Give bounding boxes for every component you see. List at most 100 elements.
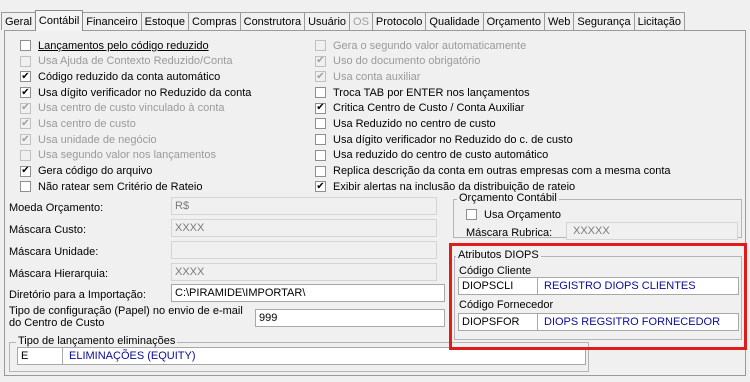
checkbox: ✔ <box>315 55 326 67</box>
mascara-custo-label: Máscara Custo: <box>9 224 87 236</box>
right-option-5[interactable]: Usa Reduzido no centro de custo <box>315 117 671 130</box>
tab-web[interactable]: Web <box>543 12 575 30</box>
checkbox-label: Troca TAB por ENTER nos lançamentos <box>333 86 530 99</box>
tipo-config-label: Tipo de configuração (Papel) no envio de… <box>9 305 243 329</box>
tab-geral[interactable]: Geral <box>1 12 36 30</box>
checkbox: ✔ <box>315 70 326 83</box>
left-option-7: Usa segundo valor nos lançamentos <box>20 149 251 162</box>
right-option-2: ✔ Usa conta auxiliar <box>315 70 671 83</box>
right-option-7[interactable]: Usa reduzido do centro de custo automáti… <box>315 149 671 162</box>
right-option-1: ✔ Uso do documento obrigatório <box>315 55 671 68</box>
left-option-1: Usa Ajuda de Contexto Reduzido/Conta <box>20 55 251 68</box>
checkbox-label: Usa Reduzido no centro de custo <box>333 117 496 130</box>
usa-orcamento-label: Usa Orçamento <box>484 208 562 221</box>
tab-usuario[interactable]: Usuário <box>304 12 351 30</box>
tab-seguranca[interactable]: Segurança <box>573 12 635 30</box>
mascara-hierarquia-label: Máscara Hierarquia: <box>9 268 109 280</box>
right-option-0: Gera o segundo valor automaticamente <box>315 39 671 52</box>
tab-contabil[interactable]: Contábil <box>34 10 84 31</box>
checkbox-label: Critica Centro de Custo / Conta Auxiliar <box>333 102 525 115</box>
diretorio-importacao-label: Diretório para a Importação: <box>9 289 146 301</box>
checkbox-label: Usa Ajuda de Contexto Reduzido/Conta <box>38 55 233 68</box>
left-option-8[interactable]: ✔ Gera código do arquivo <box>20 165 251 178</box>
check-icon: ✔ <box>21 165 30 176</box>
check-icon: ✔ <box>316 102 325 114</box>
mascara-hierarquia-input[interactable]: XXXX <box>171 263 437 281</box>
checkbox-label: Usa segundo valor nos lançamentos <box>38 149 216 162</box>
tab-construtora[interactable]: Construtora <box>239 12 306 30</box>
tipo-config-input[interactable]: 999 <box>255 309 445 327</box>
check-icon: ✔ <box>316 55 325 67</box>
checkbox[interactable] <box>315 87 326 99</box>
checkbox[interactable]: ✔ <box>20 165 31 177</box>
checkbox[interactable]: ✔ <box>315 181 326 193</box>
tab-estoque[interactable]: Estoque <box>140 12 189 30</box>
left-option-0[interactable]: Lançamentos pelo código reduzido <box>20 39 251 52</box>
checkbox[interactable] <box>20 181 31 193</box>
tipo-eliminacoes-legend: Tipo de lançamento eliminações <box>16 335 178 347</box>
left-option-5: ✔ Usa centro de custo <box>20 117 251 130</box>
checkbox: ✔ <box>20 102 31 114</box>
mascara-rubrica-input[interactable]: XXXXX <box>566 222 738 240</box>
check-icon: ✔ <box>21 70 30 82</box>
checkbox-label: Usa dígito verificador no Reduzido da co… <box>38 86 252 99</box>
checkbox-label: Replica descrição da conta em outras emp… <box>333 165 671 177</box>
tab-qualidade[interactable]: Qualidade <box>425 12 484 30</box>
highlight-frame <box>449 243 747 350</box>
left-options: Lançamentos pelo código reduzido Usa Ajud… <box>20 39 251 196</box>
tab-compras[interactable]: Compras <box>188 12 241 30</box>
checkbox-label: Usa centro de custo <box>38 117 136 130</box>
checkbox-label: Uso do documento obrigatório <box>333 55 481 68</box>
tab-financeiro[interactable]: Financeiro <box>82 12 142 30</box>
checkbox-label: Exibir alertas na inclusão da distribuiç… <box>333 180 576 193</box>
checkbox: ✔ <box>20 117 31 130</box>
tipo-config-label-line2: do Centro de Custo <box>9 317 105 329</box>
checkbox[interactable] <box>315 165 326 177</box>
check-icon: ✔ <box>21 117 30 129</box>
moeda-orcamento-label: Moeda Orçamento: <box>9 202 104 214</box>
mascara-unidade-input[interactable] <box>171 241 437 259</box>
checkbox[interactable]: ✔ <box>20 70 31 83</box>
checkbox <box>20 149 31 161</box>
right-option-3[interactable]: Troca TAB por ENTER nos lançamentos <box>315 86 671 99</box>
check-icon: ✔ <box>316 70 325 82</box>
tab-orcamento[interactable]: Orçamento <box>482 12 545 30</box>
right-option-4[interactable]: ✔ Critica Centro de Custo / Conta Auxilia… <box>315 102 671 115</box>
left-option-3[interactable]: ✔ Usa dígito verificador no Reduzido da c… <box>20 86 251 99</box>
checkbox[interactable]: ✔ <box>315 102 326 114</box>
checkbox[interactable]: ✔ <box>20 86 31 99</box>
orcamento-contabil-legend: Orçamento Contábil <box>457 192 559 204</box>
checkbox-label: Gera código do arquivo <box>38 165 153 177</box>
checkbox-label: Não ratear sem Critério de Rateio <box>38 180 203 193</box>
right-option-6[interactable]: Usa dígito verificador no Reduzido do c.… <box>315 133 671 146</box>
checkbox[interactable] <box>315 118 326 130</box>
checkbox[interactable] <box>315 149 326 161</box>
tipo-eliminacoes-code[interactable]: E <box>17 347 63 365</box>
checkbox[interactable] <box>315 134 326 146</box>
checkbox[interactable] <box>20 40 31 51</box>
checkbox-label: Usa unidade de negócio <box>38 133 157 146</box>
mascara-rubrica-label: Máscara Rubrica: <box>466 227 553 239</box>
usa-orcamento-box[interactable] <box>466 209 477 220</box>
right-options: Gera o segundo valor automaticamente ✔ Uso… <box>315 39 671 196</box>
diretorio-importacao-input[interactable]: C:\PIRAMIDE\IMPORTAR\ <box>171 284 445 302</box>
right-option-8[interactable]: Replica descrição da conta em outras emp… <box>315 165 671 178</box>
checkbox-label: Usa dígito verificador no Reduzido do c.… <box>333 133 573 146</box>
checkbox-label: Usa reduzido do centro de custo automáti… <box>333 149 549 162</box>
usa-orcamento-checkbox[interactable]: Usa Orçamento <box>466 208 561 221</box>
check-icon: ✔ <box>21 133 30 145</box>
checkbox-label: Gera o segundo valor automaticamente <box>333 39 527 52</box>
left-option-6: ✔ Usa unidade de negócio <box>20 133 251 146</box>
tipo-config-label-line1: Tipo de configuração (Papel) no envio de… <box>9 305 243 317</box>
checkbox: ✔ <box>20 133 31 146</box>
tab-licitacao[interactable]: Licitação <box>633 12 686 30</box>
left-option-2[interactable]: ✔ Código reduzido da conta automático <box>20 70 251 83</box>
mascara-custo-input[interactable]: XXXX <box>171 219 437 237</box>
checkbox-label: Lançamentos pelo código reduzido <box>38 39 209 52</box>
left-option-9[interactable]: Não ratear sem Critério de Rateio <box>20 180 251 193</box>
left-option-4: ✔ Usa centro de custo vinculado à conta <box>20 102 251 115</box>
tab-protocolo[interactable]: Protocolo <box>371 12 427 30</box>
check-icon: ✔ <box>21 102 30 114</box>
check-icon: ✔ <box>21 86 30 98</box>
moeda-orcamento-input[interactable]: R$ <box>171 197 437 215</box>
